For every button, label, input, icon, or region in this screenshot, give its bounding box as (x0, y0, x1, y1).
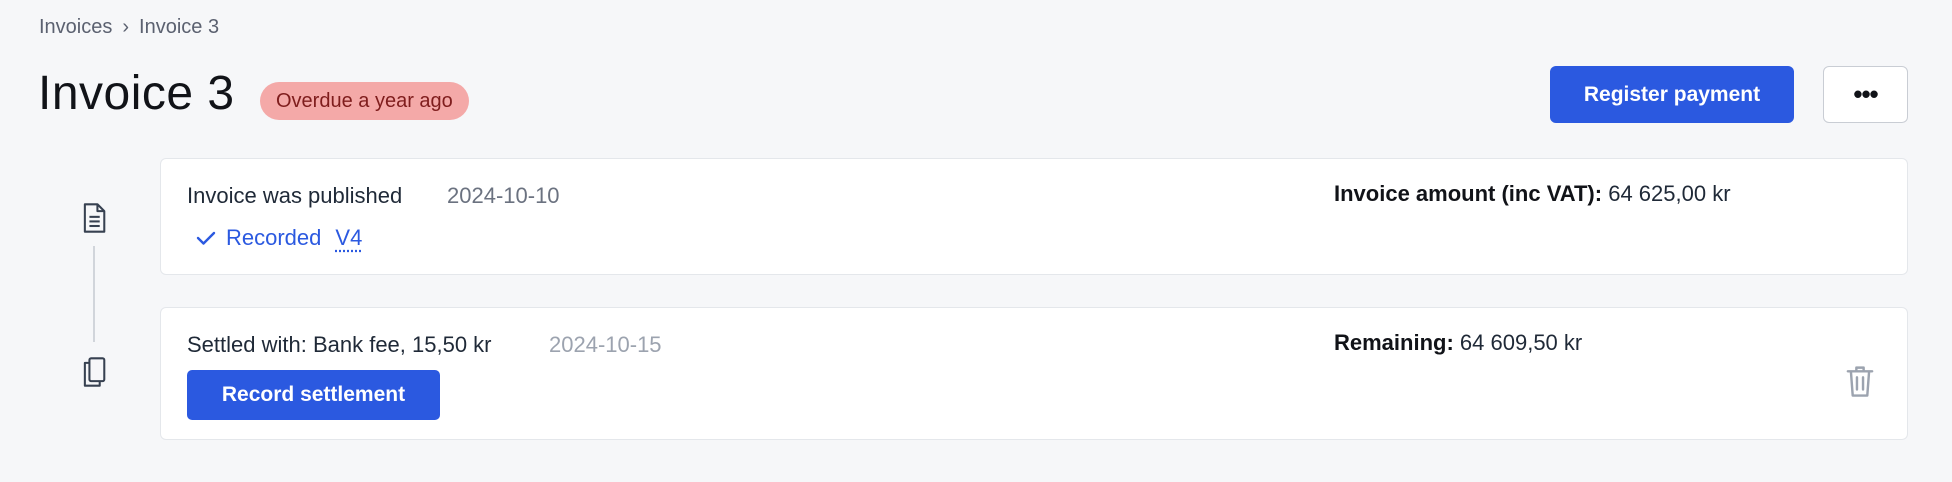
status-badge: Overdue a year ago (260, 82, 469, 120)
breadcrumb: Invoices › Invoice 3 (39, 16, 219, 39)
document-icon (83, 203, 106, 233)
copy-icon (83, 357, 106, 387)
page-title: Invoice 3 (38, 67, 235, 120)
invoice-page: Invoices › Invoice 3 Invoice 3 Overdue a… (0, 0, 1952, 482)
event-date: 2024-10-10 (447, 183, 560, 208)
invoice-amount-label: Invoice amount (inc VAT): (1334, 181, 1603, 206)
remaining-value: 64 609,50 kr (1459, 330, 1583, 355)
remaining-amount: Remaining: 64 609,50 kr (1334, 330, 1582, 356)
more-options-button[interactable]: ••• (1823, 66, 1908, 123)
register-payment-button[interactable]: Register payment (1550, 66, 1794, 123)
timeline-connector (93, 246, 95, 342)
breadcrumb-invoices-link[interactable]: Invoices (39, 16, 112, 39)
remaining-label: Remaining: (1334, 330, 1454, 355)
recorded-label: Recorded (226, 225, 322, 250)
recorded-status: Recorded V4 (196, 225, 362, 251)
timeline-event-published: Invoice was published 2024-10-10 Recorde… (160, 158, 1908, 275)
event-text: Settled with: Bank fee, 15,50 kr (187, 332, 492, 357)
breadcrumb-current: Invoice 3 (139, 16, 220, 38)
more-icon: ••• (1853, 79, 1878, 109)
breadcrumb-separator: › (122, 16, 130, 38)
trash-icon[interactable] (1845, 364, 1875, 398)
checkmark-icon (196, 231, 216, 245)
invoice-amount: Invoice amount (inc VAT): 64 625,00 kr (1334, 181, 1731, 207)
event-text: Invoice was published (187, 183, 403, 208)
invoice-amount-value: 64 625,00 kr (1608, 181, 1731, 206)
record-settlement-button[interactable]: Record settlement (187, 370, 440, 420)
voucher-link[interactable]: V4 (335, 225, 362, 251)
timeline-event-settlement: Settled with: Bank fee, 15,50 kr 2024-10… (160, 307, 1908, 440)
event-date: 2024-10-15 (549, 332, 662, 357)
